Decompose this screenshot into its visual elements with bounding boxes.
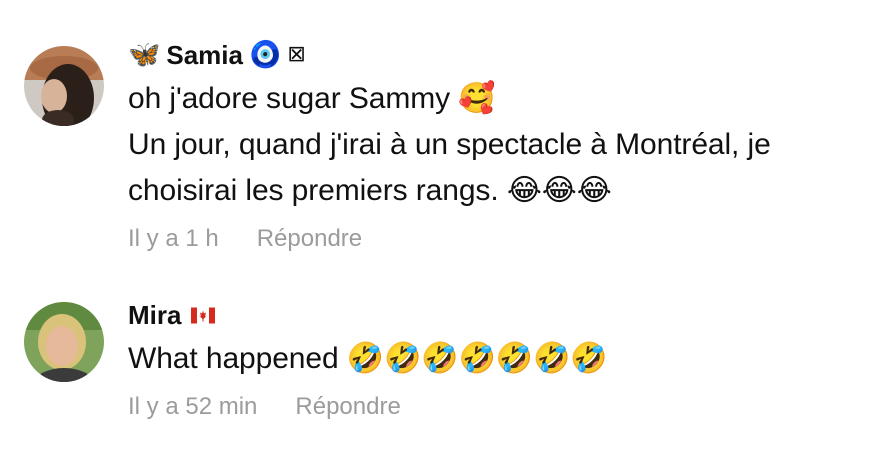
nazar-icon: 🧿 [248, 40, 282, 70]
reply-button[interactable]: Répondre [257, 224, 362, 254]
author-name[interactable]: Mira [128, 300, 181, 330]
timestamp: Il y a 1 h [128, 225, 219, 252]
comment-line: Un jour, quand j'irai à un spectacle à M… [128, 128, 771, 161]
avatar[interactable] [24, 46, 104, 126]
comment-line: oh j'adore sugar Sammy 🥰 [128, 81, 496, 116]
comment-text: oh j'adore sugar Sammy 🥰 Un jour, quand … [128, 76, 868, 214]
comment-meta: Il y a 52 min Répondre [128, 392, 868, 422]
canada-flag-icon [187, 302, 216, 328]
timestamp: Il y a 52 min [128, 393, 258, 420]
comment-author[interactable]: Mira [128, 300, 868, 330]
reply-button[interactable]: Répondre [295, 392, 400, 422]
tears-of-joy-emoji: 😂😂😂 [506, 173, 612, 208]
butterfly-icon: 🦋 [128, 40, 161, 70]
unknown-glyph-icon: ⊠ [287, 42, 306, 67]
comment-meta: Il y a 1 h Répondre [128, 224, 868, 254]
comment-line: What happened 🤣🤣🤣🤣🤣🤣🤣 [128, 341, 608, 376]
comment-text: What happened 🤣🤣🤣🤣🤣🤣🤣 [128, 336, 868, 382]
avatar[interactable] [24, 302, 104, 382]
comment-line: choisirai les premiers rangs. 😂😂😂 [128, 173, 612, 208]
comment-author[interactable]: 🦋 Samia 🧿 ⊠ [128, 40, 868, 70]
author-name[interactable]: Samia [166, 40, 243, 70]
smiling-hearts-emoji: 🥰 [458, 81, 496, 116]
rolling-laughing-emoji: 🤣🤣🤣🤣🤣🤣🤣 [346, 341, 608, 376]
